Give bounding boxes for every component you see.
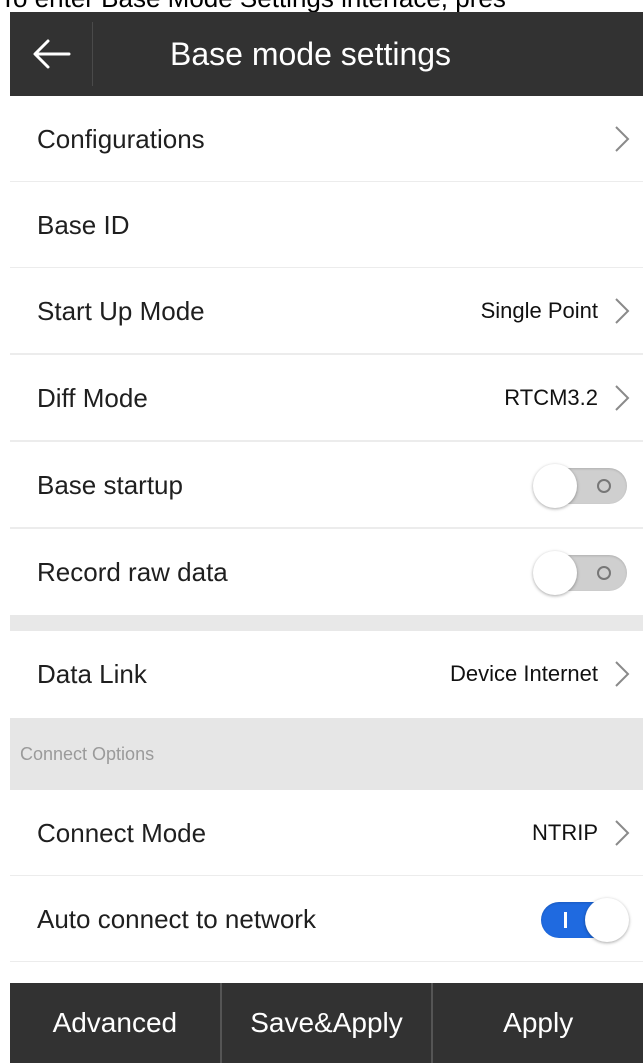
list-item <box>10 962 643 983</box>
row-label: Start Up Mode <box>37 296 205 326</box>
row-label: Diff Mode <box>37 383 148 413</box>
toggle-knob <box>533 464 577 508</box>
row-label: Record raw data <box>37 557 228 587</box>
title-bar: Base mode settings <box>10 12 643 96</box>
apply-button[interactable]: Apply <box>431 983 643 1063</box>
chevron-right-icon <box>615 126 630 152</box>
title-divider <box>92 22 93 86</box>
row-value: Device Internet <box>450 661 598 686</box>
chevron-right-icon <box>615 820 630 846</box>
row-configurations[interactable]: Configurations <box>10 96 643 183</box>
row-label: Connect Mode <box>37 818 207 848</box>
row-value: Single Point <box>480 298 598 323</box>
section-gap <box>10 615 643 631</box>
chevron-right-icon <box>615 661 630 687</box>
bottom-action-bar: Advanced Save&Apply Apply <box>10 983 643 1063</box>
record-raw-data-toggle[interactable] <box>533 551 629 595</box>
row-label: Base ID <box>37 210 130 240</box>
row-label: Base startup <box>37 470 183 500</box>
base-startup-toggle[interactable] <box>533 464 629 508</box>
back-button[interactable] <box>10 12 92 96</box>
row-base-id[interactable]: Base ID <box>10 182 643 269</box>
caption-text: To enter Base Mode Settings interface, p… <box>0 0 643 12</box>
row-auto-connect: Auto connect to network <box>10 876 643 963</box>
off-indicator-icon <box>597 566 611 580</box>
row-diff-mode[interactable]: Diff Mode RTCM3.2 <box>10 355 643 442</box>
toggle-knob <box>533 551 577 595</box>
row-record-raw-data: Record raw data <box>10 529 643 616</box>
page-title: Base mode settings <box>170 36 452 72</box>
row-value: RTCM3.2 <box>504 385 598 410</box>
row-connect-mode[interactable]: Connect Mode NTRIP <box>10 790 643 877</box>
save-apply-button[interactable]: Save&Apply <box>219 983 432 1063</box>
chevron-right-icon <box>615 298 630 324</box>
row-value: NTRIP <box>532 820 598 845</box>
chevron-right-icon <box>615 385 630 411</box>
section-header-connect-options: Connect Options <box>10 718 643 790</box>
row-label: Auto connect to network <box>37 904 316 934</box>
off-indicator-icon <box>597 479 611 493</box>
row-base-startup: Base startup <box>10 442 643 529</box>
on-indicator-icon <box>564 912 567 928</box>
row-data-link[interactable]: Data Link Device Internet <box>10 631 643 718</box>
auto-connect-toggle[interactable] <box>533 898 629 942</box>
phone-screen: Base mode settings Configurations Base I… <box>10 12 643 1063</box>
row-label: Configurations <box>37 124 205 154</box>
toggle-knob <box>585 898 629 942</box>
row-start-up-mode[interactable]: Start Up Mode Single Point <box>10 268 643 355</box>
row-label: Data Link <box>37 659 147 689</box>
arrow-left-icon <box>33 39 71 69</box>
advanced-button[interactable]: Advanced <box>10 983 220 1063</box>
